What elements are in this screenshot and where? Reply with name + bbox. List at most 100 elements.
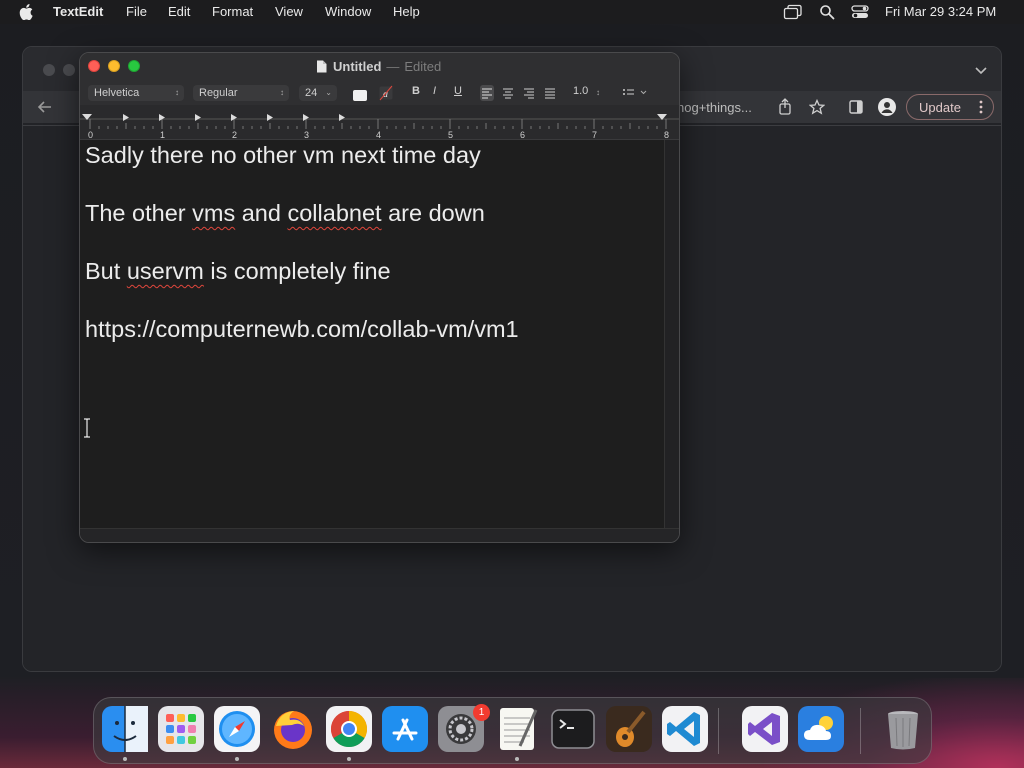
text-color-swatch[interactable] (353, 90, 367, 101)
edited-status: Edited (404, 59, 442, 74)
ruler-label: 2 (232, 130, 237, 139)
align-left-icon[interactable] (480, 85, 494, 101)
title-separator: — (386, 59, 400, 74)
menu-file[interactable]: File (126, 4, 147, 19)
document-line[interactable]: The other vms and collabnet are down (85, 200, 485, 227)
tab-stop-marker[interactable] (195, 114, 201, 121)
firefox-icon[interactable] (270, 706, 316, 752)
menu-view[interactable]: View (275, 4, 303, 19)
document-title: Untitled (333, 59, 382, 74)
ruler-label: 6 (520, 130, 525, 139)
visual-studio-icon[interactable] (742, 706, 788, 752)
menu-format[interactable]: Format (212, 4, 253, 19)
popup-arrows-icon: ↕ (596, 88, 600, 97)
document-line[interactable]: https://computernewb.com/collab-vm/vm1 (85, 316, 519, 343)
text-run: are down (381, 200, 485, 226)
font-size-combo[interactable]: 24 ⌄ (299, 85, 337, 101)
misspelled-word: uservm (126, 258, 204, 284)
list-bullets-icon[interactable] (621, 85, 649, 101)
line-spacing-value: 1.0 (573, 85, 589, 97)
ruler-label: 8 (664, 130, 669, 139)
document-line[interactable]: Sadly there no other vm next time day (85, 142, 481, 169)
chrome-icon[interactable] (326, 706, 372, 752)
menu-help[interactable]: Help (393, 4, 420, 19)
running-indicator (123, 757, 127, 761)
ruler-label: 3 (304, 130, 309, 139)
apple-icon[interactable] (19, 4, 33, 20)
trash-icon[interactable] (880, 706, 926, 752)
back-arrow-icon[interactable] (37, 99, 53, 115)
document-icon (317, 60, 327, 73)
misspelled-word: collabnet (287, 200, 382, 226)
text-run: and (235, 200, 288, 226)
update-label: Update (919, 100, 961, 115)
align-center-icon[interactable] (501, 85, 515, 101)
garageband-icon[interactable] (606, 706, 652, 752)
zoom-button[interactable] (128, 60, 140, 72)
ruler[interactable]: 0 1 2 3 4 5 6 7 8 (80, 105, 679, 140)
ruler-label: 5 (448, 130, 453, 139)
bookmark-star-icon[interactable] (809, 99, 825, 115)
font-size-value: 24 (305, 87, 318, 99)
bold-button[interactable]: B (412, 85, 420, 101)
popup-arrows-icon: ↕ (175, 88, 179, 97)
window-bottom-bar (80, 528, 679, 542)
side-panel-icon[interactable] (849, 100, 863, 114)
safari-icon[interactable] (214, 706, 260, 752)
close-button[interactable] (88, 60, 100, 72)
menu-edit[interactable]: Edit (168, 4, 190, 19)
dock-separator (718, 708, 719, 754)
finder-icon[interactable] (102, 706, 148, 752)
menu-window[interactable]: Window (325, 4, 371, 19)
launchpad-icon[interactable] (158, 706, 204, 752)
tab-stop-marker[interactable] (123, 114, 129, 121)
chrome-minimize-button[interactable] (63, 64, 75, 76)
terminal-icon[interactable] (550, 706, 596, 752)
svg-text:a: a (383, 89, 388, 100)
minimize-button[interactable] (108, 60, 120, 72)
underline-button[interactable]: U (454, 85, 462, 101)
screen-mirroring-icon[interactable] (783, 4, 803, 20)
chrome-update-button[interactable]: Update (906, 94, 994, 120)
control-center-icon[interactable] (851, 4, 869, 20)
profile-avatar-icon[interactable] (878, 98, 896, 116)
text-cursor-ibeam-icon (84, 418, 90, 438)
chrome-close-button[interactable] (43, 64, 55, 76)
document-line[interactable]: But uservm is completely fine (85, 258, 391, 285)
tab-stop-marker[interactable] (339, 114, 345, 121)
ruler-label: 0 (88, 130, 93, 139)
align-justify-icon[interactable] (543, 85, 557, 101)
window-title: Untitled — Edited (316, 59, 441, 74)
textedit-title-bar[interactable]: Untitled — Edited (80, 53, 679, 81)
align-right-icon[interactable] (522, 85, 536, 101)
font-family-value: Helvetica (94, 87, 140, 99)
chevron-down-icon[interactable] (975, 67, 987, 75)
font-style-value: Regular (199, 87, 238, 99)
weather-icon[interactable] (798, 706, 844, 752)
popup-arrows-icon: ↕ (280, 88, 284, 97)
vertical-scrollbar[interactable] (664, 140, 679, 528)
ruler-scale[interactable]: 0 1 2 3 4 5 6 7 8 (80, 105, 680, 140)
font-family-popup[interactable]: Helvetica ↕ (88, 85, 184, 101)
menu-bar: TextEdit File Edit Format View Window He… (0, 0, 1024, 24)
chrome-address-fragment[interactable]: hog+things... (677, 100, 752, 115)
share-icon[interactable] (778, 98, 792, 115)
running-indicator (235, 757, 239, 761)
ruler-label: 1 (160, 130, 165, 139)
system-settings-icon[interactable]: 1 (438, 704, 490, 752)
document-text-area[interactable]: Sadly there no other vm next time day The… (80, 140, 666, 528)
vscode-icon[interactable] (662, 706, 708, 752)
menu-app-name[interactable]: TextEdit (53, 4, 103, 19)
menu-datetime[interactable]: Fri Mar 29 3:24 PM (885, 4, 996, 19)
app-store-icon[interactable] (382, 706, 428, 752)
running-indicator (515, 757, 519, 761)
highlight-color-icon[interactable]: a (379, 85, 393, 101)
text-run: is completely fine (203, 258, 391, 284)
italic-button[interactable]: I (433, 85, 436, 101)
spotlight-search-icon[interactable] (819, 4, 835, 20)
dock-separator (860, 708, 861, 754)
font-style-popup[interactable]: Regular ↕ (193, 85, 289, 101)
textedit-icon[interactable] (494, 706, 540, 752)
line-spacing-popup[interactable]: 1.0 ↕ (573, 85, 609, 101)
tab-stop-marker[interactable] (267, 114, 273, 121)
